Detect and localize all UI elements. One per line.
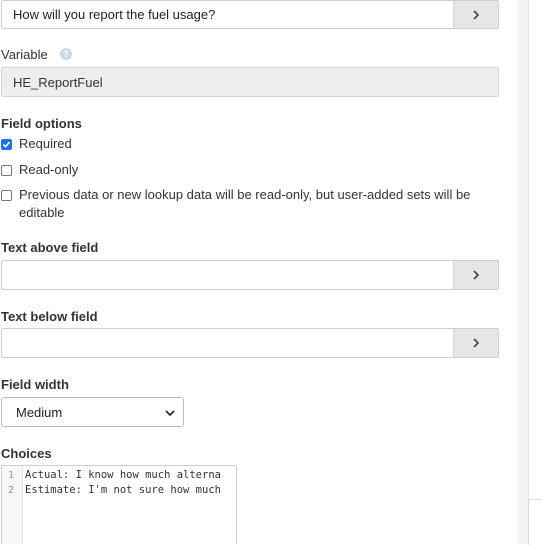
choices-editor[interactable]: 1 Actual: I know how much alterna 2 Esti… [1, 465, 237, 544]
choice-line[interactable]: Estimate: I'm not sure how much [25, 484, 221, 496]
field-width-select[interactable]: Medium [1, 397, 184, 427]
checkmark-icon [2, 141, 11, 148]
chevron-down-icon [165, 410, 175, 417]
previous-data-label-line1: Previous data or new lookup data will be… [19, 187, 471, 202]
text-above-field[interactable] [1, 260, 499, 290]
text-above-expand-button[interactable] [453, 261, 498, 289]
chevron-right-icon [473, 9, 480, 20]
panel-scroll-rail [517, 0, 528, 544]
line-number: 2 [8, 485, 15, 496]
chevron-right-icon [473, 270, 480, 280]
required-checkbox[interactable] [1, 139, 12, 150]
field-options-label: Field options [1, 116, 82, 131]
read-only-checkbox[interactable] [1, 165, 12, 176]
text-below-expand-button[interactable] [453, 329, 498, 357]
variable-field: HE_ReportFuel [1, 67, 499, 97]
line-number: 1 [8, 470, 15, 481]
required-label: Required [19, 136, 72, 151]
text-below-field[interactable] [1, 328, 499, 358]
text-above-label: Text above field [1, 240, 99, 255]
question-circle-icon[interactable]: ? [60, 48, 72, 60]
question-expand-button[interactable] [453, 1, 498, 28]
variable-value: HE_ReportFuel [13, 75, 103, 90]
field-width-label: Field width [1, 377, 69, 392]
field-width-value: Medium [16, 405, 63, 420]
choice-line[interactable]: Actual: I know how much alterna [25, 469, 221, 481]
question-text-value: How will you report the fuel usage? [13, 7, 216, 22]
previous-data-label-line2: editable [19, 205, 65, 220]
previous-data-checkbox[interactable] [1, 190, 12, 201]
choices-label: Choices [1, 446, 52, 461]
read-only-label: Read-only [19, 162, 79, 177]
adjacent-panel-card [528, 499, 541, 545]
adjacent-panel-edge [528, 0, 541, 544]
chevron-right-icon [473, 338, 480, 348]
text-below-label: Text below field [1, 309, 98, 324]
variable-label: Variable [1, 47, 48, 62]
question-text-field[interactable]: How will you report the fuel usage? [1, 0, 499, 29]
